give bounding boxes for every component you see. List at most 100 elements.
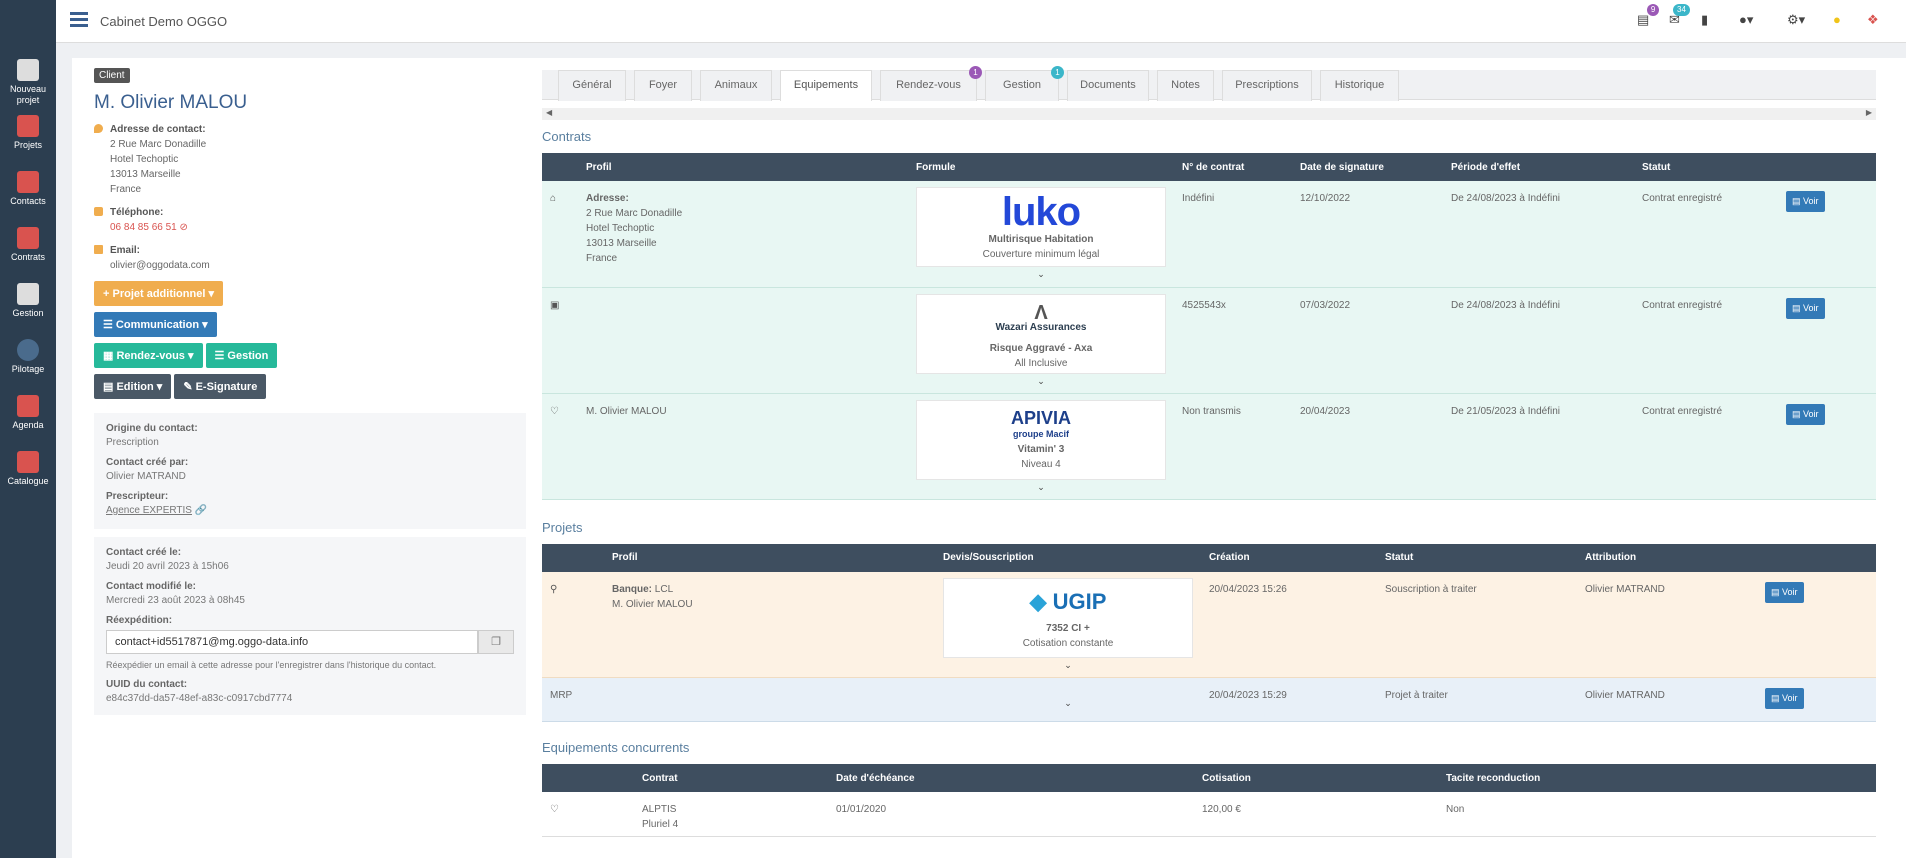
voir-button[interactable]: ▤ Voir bbox=[1786, 403, 1825, 425]
apivia-logo: APIVIA bbox=[1010, 407, 1071, 428]
expand-chevron-icon[interactable]: ⌄ bbox=[916, 374, 1166, 389]
user-menu-icon[interactable]: ●▾ bbox=[1739, 12, 1753, 28]
email-value[interactable]: olivier@oggodata.com bbox=[110, 260, 210, 271]
expand-chevron-icon[interactable]: ⌄ bbox=[943, 658, 1193, 673]
key-icon: ⚲ bbox=[542, 571, 604, 678]
ugip-logo: ◆ UGIP bbox=[1029, 588, 1107, 614]
communication-button[interactable]: ☰ Communication ▾ bbox=[94, 312, 217, 337]
sidebar-item-pilotage[interactable]: Pilotage bbox=[0, 335, 56, 391]
expand-chevron-icon[interactable]: ⌄ bbox=[943, 696, 1193, 711]
e-signature-button[interactable]: ✎ E-Signature bbox=[174, 374, 267, 399]
sidebar-item-catalogue[interactable]: Catalogue bbox=[0, 447, 56, 503]
email-block: Email: olivier@oggodata.com bbox=[94, 243, 526, 273]
map-marker-icon bbox=[94, 124, 103, 133]
contact-card: Client M. Olivier MALOU Adresse de conta… bbox=[72, 58, 1906, 858]
tab-prescriptions[interactable]: Prescriptions bbox=[1222, 70, 1312, 101]
tab-bar: Général Foyer Animaux Equipements Rendez… bbox=[542, 66, 1876, 101]
tab-gestion[interactable]: Gestion 1 bbox=[985, 66, 1064, 101]
magic-wand-icon bbox=[17, 59, 39, 81]
envelope-icon bbox=[94, 245, 103, 254]
table-row: ▣ Λ Wazari Assurances Risque Aggravé - Axa… bbox=[542, 287, 1876, 394]
lightbulb-icon[interactable]: ● bbox=[1833, 12, 1841, 27]
blocked-icon: ⊘ bbox=[179, 222, 188, 233]
contracts-icon bbox=[17, 227, 39, 249]
scroll-left-icon[interactable]: ◀ bbox=[546, 108, 552, 117]
table-row: ♡ ALPTIS Pluriel 4 01/01/2020 120,00 € No… bbox=[542, 792, 1876, 837]
reexpedition-input[interactable]: contact+id5517871@mg.oggo-data.info bbox=[106, 630, 478, 654]
mail-icon[interactable]: ✉ 34 bbox=[1669, 4, 1690, 28]
edition-button[interactable]: ▤ Edition ▾ bbox=[94, 374, 172, 399]
phone-icon bbox=[94, 207, 103, 216]
sidebar-item-projets[interactable]: Projets bbox=[0, 111, 56, 167]
origin-panel: Origine du contact: Prescription Contact … bbox=[94, 413, 526, 529]
table-row: MRP ⌄ 20/04/2023 15:29 Projet à traiter … bbox=[542, 677, 1876, 722]
prescripteur-link[interactable]: Agence EXPERTIS bbox=[106, 505, 192, 516]
competitors-table: Contrat Date d'échéance Cotisation Tacit… bbox=[542, 764, 1876, 837]
book-icon[interactable]: ▮ bbox=[1701, 12, 1708, 28]
copy-button[interactable]: ❐ bbox=[478, 630, 514, 654]
voir-button[interactable]: ▤ Voir bbox=[1786, 191, 1825, 212]
tab-documents[interactable]: Documents bbox=[1067, 70, 1149, 101]
phone-block: Téléphone: 06 84 85 66 51 ⊘ bbox=[94, 205, 526, 235]
projects-icon bbox=[17, 115, 39, 137]
address-block: Adresse de contact: 2 Rue Marc Donadille… bbox=[94, 122, 526, 197]
home-icon: ⌂ bbox=[542, 181, 578, 288]
expand-chevron-icon[interactable]: ⌄ bbox=[916, 267, 1166, 282]
voir-button[interactable]: ▤ Voir bbox=[1765, 688, 1804, 709]
health-icon: ♡ bbox=[542, 393, 578, 500]
contacts-icon bbox=[17, 171, 39, 193]
luko-logo: luko bbox=[1001, 190, 1081, 234]
expand-chevron-icon[interactable]: ⌄ bbox=[916, 480, 1166, 495]
meta-panel: Contact créé le: Jeudi 20 avril 2023 à 15… bbox=[94, 537, 526, 715]
compass-icon bbox=[17, 339, 39, 361]
table-row: ⌂ Adresse: 2 Rue Marc Donadille Hotel Tech… bbox=[542, 181, 1876, 288]
tab-historique[interactable]: Historique bbox=[1320, 70, 1399, 101]
sidebar-item-contrats[interactable]: Contrats bbox=[0, 223, 56, 279]
link-icon: 🔗 bbox=[194, 505, 208, 516]
main-content: Général Foyer Animaux Equipements Rendez… bbox=[542, 66, 1876, 837]
app-title: Cabinet Demo OGGO bbox=[100, 14, 228, 29]
sidebar-item-agenda[interactable]: Agenda bbox=[0, 391, 56, 447]
tab-rendez-vous[interactable]: Rendez-vous 1 bbox=[880, 66, 982, 101]
tab-foyer[interactable]: Foyer bbox=[634, 70, 692, 101]
document-icon bbox=[17, 283, 39, 305]
table-row: ⚲ Banque: LCL M. Olivier MALOU ◆ UGIP 7352… bbox=[542, 571, 1876, 678]
sidebar-item-gestion[interactable]: Gestion bbox=[0, 279, 56, 335]
top-bar: Cabinet Demo OGGO ▤ 9 ✉ 34 ▮ ●▾ ⚙▾ ● ❖ bbox=[56, 0, 1906, 43]
contact-name: M. Olivier MALOU bbox=[94, 92, 248, 113]
settings-icon[interactable]: ⚙▾ bbox=[1787, 12, 1805, 28]
contact-details: Client M. Olivier MALOU Adresse de conta… bbox=[94, 68, 526, 715]
voir-button[interactable]: ▤ Voir bbox=[1765, 581, 1804, 603]
sidebar-item-nouveau-projet[interactable]: Nouveau projet bbox=[0, 55, 56, 111]
client-badge: Client bbox=[94, 68, 130, 83]
tab-equipements[interactable]: Equipements bbox=[780, 70, 872, 101]
health-icon: ♡ bbox=[542, 792, 634, 837]
lifebuoy-icon[interactable]: ❖ bbox=[1867, 12, 1879, 28]
calendar-icon bbox=[17, 395, 39, 417]
formule-card: APIVIA groupe Macif Vitamin' 3 Niveau 4 bbox=[916, 399, 1166, 480]
tab-notes[interactable]: Notes bbox=[1157, 70, 1214, 101]
tab-animaux[interactable]: Animaux bbox=[700, 70, 772, 101]
contracts-table: Profil Formule N° de contrat Date de sig… bbox=[542, 153, 1876, 500]
devis-card: ◆ UGIP 7352 CI + Cotisation constante bbox=[943, 577, 1193, 658]
formule-card: Λ Wazari Assurances Risque Aggravé - Axa Al… bbox=[916, 293, 1166, 374]
uuid-value: e84c37dd-da57-48ef-a83c-c0917cbd7774 bbox=[106, 693, 293, 704]
tab-general[interactable]: Général bbox=[558, 70, 626, 101]
contracts-title: Contrats bbox=[542, 129, 592, 144]
projet-additionnel-button[interactable]: + Projet additionnel ▾ bbox=[94, 281, 223, 306]
tasks-icon[interactable]: ▤ 9 bbox=[1637, 4, 1660, 28]
competitors-title: Equipements concurrents bbox=[542, 740, 690, 755]
sidebar-item-contacts[interactable]: Contacts bbox=[0, 167, 56, 223]
table-row: ♡ M. Olivier MALOU APIVIA groupe Macif Vit… bbox=[542, 393, 1876, 500]
formule-card: luko Multirisque Habitation Couverture min… bbox=[916, 187, 1166, 267]
phone-number[interactable]: 06 84 85 66 51 bbox=[110, 222, 177, 233]
voir-button[interactable]: ▤ Voir bbox=[1786, 297, 1825, 319]
menu-icon[interactable] bbox=[70, 12, 88, 27]
catalogue-icon bbox=[17, 451, 39, 473]
scroll-right-icon[interactable]: ▶ bbox=[1866, 108, 1872, 117]
car-icon: ▣ bbox=[542, 287, 578, 394]
rendez-vous-button[interactable]: ▦ Rendez-vous ▾ bbox=[94, 343, 203, 368]
gestion-button[interactable]: ☰ Gestion bbox=[205, 343, 278, 368]
tab-scrollbar[interactable]: ◀ ▶ bbox=[542, 108, 1876, 120]
wazari-logo: Λ Wazari Assurances bbox=[995, 301, 1087, 333]
